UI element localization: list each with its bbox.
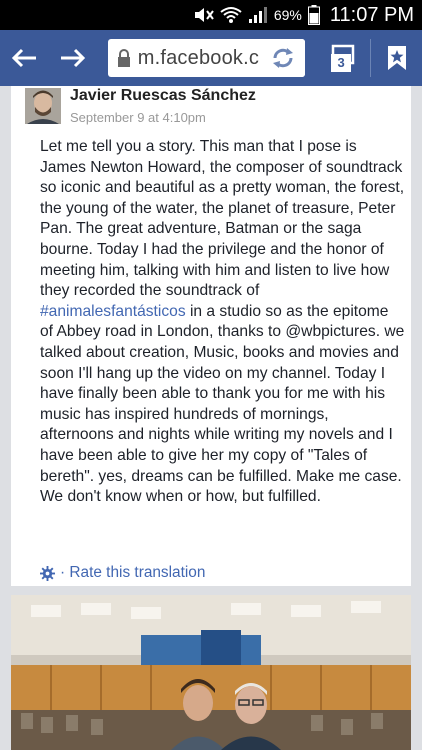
rate-translation-row[interactable]: · Rate this translation (40, 564, 205, 582)
forward-arrow-icon (61, 48, 86, 68)
post-text-part-1: Let me tell you a story. This man that I… (40, 138, 405, 300)
post-author[interactable]: Javier Ruescas Sánchez (70, 87, 256, 105)
avatar[interactable] (25, 88, 61, 124)
refresh-button[interactable] (261, 39, 306, 77)
refresh-icon (273, 48, 294, 68)
post-card: Javier Ruescas Sánchez September 9 at 4:… (11, 86, 411, 586)
post-text: Let me tell you a story. This man that I… (40, 137, 405, 508)
photo-card (11, 595, 411, 750)
back-button[interactable] (0, 30, 49, 86)
bookmark-button[interactable] (371, 30, 422, 86)
post-photo[interactable] (11, 595, 411, 750)
bookmark-icon (387, 46, 406, 70)
url-bar[interactable]: m.facebook.c (107, 39, 306, 77)
hashtag-link[interactable]: #animalesfantásticos (40, 303, 186, 320)
tabs-button[interactable]: 3 (319, 30, 360, 86)
url-text: m.facebook.c (137, 46, 260, 69)
battery-icon (307, 5, 320, 25)
tab-count: 3 (331, 54, 352, 72)
lock-icon (116, 48, 132, 68)
wifi-icon (220, 6, 242, 24)
clock: 11:07 PM (329, 3, 414, 26)
gear-icon (40, 565, 55, 581)
forward-button[interactable] (49, 30, 98, 86)
rate-translation-link[interactable]: · Rate this translation (60, 564, 205, 582)
status-bar: 69% 11:07 PM (0, 0, 422, 30)
post-text-part-2: in a studio so as the epitome of Abbey r… (40, 302, 405, 506)
post-timestamp[interactable]: September 9 at 4:10pm (70, 110, 206, 125)
browser-toolbar: m.facebook.c 3 (0, 30, 422, 86)
battery-percent: 69% (273, 7, 302, 23)
signal-icon (248, 6, 268, 24)
mute-icon (192, 6, 214, 24)
back-arrow-icon (12, 48, 37, 68)
